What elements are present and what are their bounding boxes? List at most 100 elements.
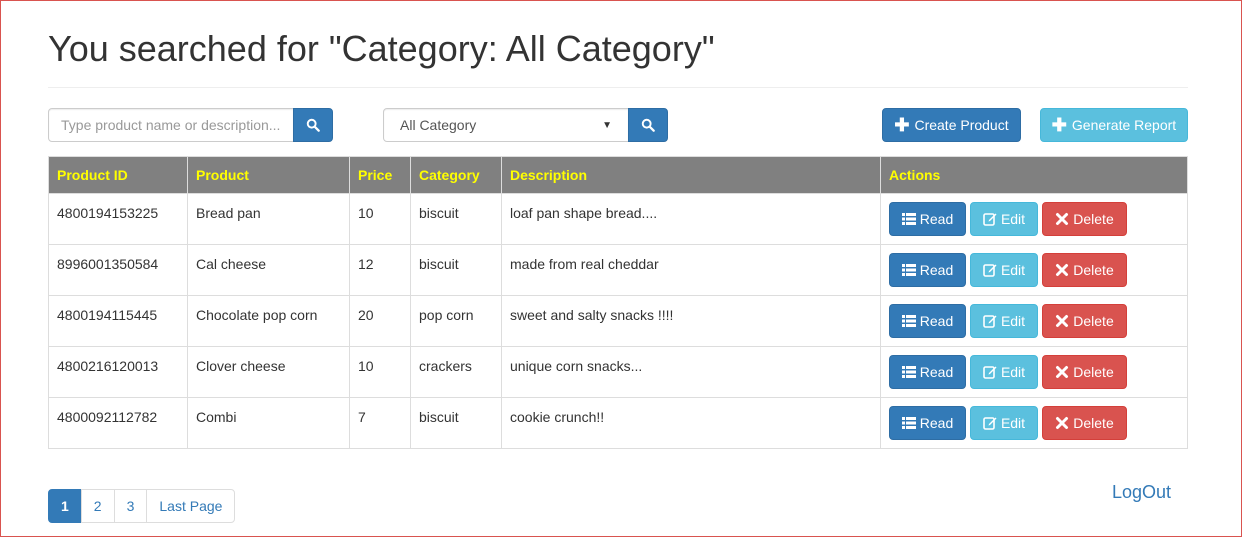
read-button[interactable]: Read	[889, 304, 966, 338]
column-header-actions: Actions	[880, 156, 1188, 194]
cell-actions: Read Edit Delete	[880, 244, 1188, 296]
list-icon	[901, 366, 916, 378]
edit-icon	[983, 417, 997, 430]
cell-product-id: 8996001350584	[48, 244, 188, 296]
edit-label: Edit	[1000, 364, 1026, 380]
table-row: 4800194153225 Bread pan 10 biscuit loaf pan …	[48, 193, 1188, 245]
column-header-product-id: Product ID	[48, 156, 188, 194]
cell-product-id: 4800194115445	[48, 295, 188, 347]
times-icon	[1056, 213, 1069, 225]
cell-product-id: 4800194153225	[48, 193, 188, 245]
cell-actions: Read Edit Delete	[880, 193, 1188, 245]
edit-icon	[983, 315, 997, 328]
cell-description: cookie crunch!!	[501, 397, 881, 449]
edit-icon	[983, 213, 997, 226]
edit-button[interactable]: Edit	[970, 355, 1038, 389]
delete-label: Delete	[1073, 211, 1114, 227]
table-row: 4800216120013 Clover cheese 10 crackers uniq…	[48, 346, 1188, 398]
read-button[interactable]: Read	[889, 355, 966, 389]
cell-product: Combi	[187, 397, 350, 449]
page-link-1[interactable]: 1	[48, 489, 82, 523]
list-icon	[901, 417, 916, 429]
cell-price: 7	[349, 397, 411, 449]
edit-icon	[983, 366, 997, 379]
delete-button[interactable]: Delete	[1042, 406, 1127, 440]
edit-label: Edit	[1000, 262, 1026, 278]
caret-down-icon: ▼	[602, 119, 612, 131]
read-label: Read	[919, 364, 954, 380]
category-select-value: All Category	[400, 117, 477, 133]
cell-product: Chocolate pop corn	[187, 295, 350, 347]
logout-link[interactable]: LogOut	[1112, 482, 1171, 503]
read-label: Read	[919, 262, 954, 278]
title-divider	[48, 87, 1188, 88]
cell-actions: Read Edit Delete	[880, 397, 1188, 449]
search-icon	[306, 118, 320, 132]
read-button[interactable]: Read	[889, 253, 966, 287]
plus-icon: ✚	[894, 115, 910, 135]
search-input[interactable]	[48, 108, 294, 142]
cell-price: 10	[349, 193, 411, 245]
list-icon	[901, 315, 916, 327]
page-link-last[interactable]: Last Page	[146, 489, 236, 523]
cell-category: crackers	[410, 346, 502, 398]
delete-label: Delete	[1073, 262, 1114, 278]
category-search-button[interactable]	[628, 108, 668, 142]
create-product-label: Create Product	[914, 117, 1009, 133]
category-select[interactable]: All Category ▼	[383, 108, 629, 142]
edit-label: Edit	[1000, 211, 1026, 227]
list-icon	[901, 213, 916, 225]
cell-actions: Read Edit Delete	[880, 346, 1188, 398]
column-header-price: Price	[349, 156, 411, 194]
delete-button[interactable]: Delete	[1042, 202, 1127, 236]
times-icon	[1056, 417, 1069, 429]
edit-button[interactable]: Edit	[970, 202, 1038, 236]
search-button[interactable]	[293, 108, 333, 142]
cell-category: biscuit	[410, 397, 502, 449]
read-label: Read	[919, 211, 954, 227]
edit-button[interactable]: Edit	[970, 253, 1038, 287]
cell-description: loaf pan shape bread....	[501, 193, 881, 245]
page-link-3[interactable]: 3	[113, 489, 148, 523]
edit-icon	[983, 264, 997, 277]
cell-category: biscuit	[410, 193, 502, 245]
generate-report-button[interactable]: ✚ Generate Report	[1040, 108, 1188, 142]
plus-icon: ✚	[1051, 115, 1067, 135]
times-icon	[1056, 315, 1069, 327]
pagination: 1 2 3 Last Page	[48, 489, 236, 523]
delete-button[interactable]: Delete	[1042, 253, 1127, 287]
delete-label: Delete	[1073, 364, 1114, 380]
cell-actions: Read Edit Delete	[880, 295, 1188, 347]
page-title: You searched for "Category: All Category…	[48, 28, 715, 69]
cell-description: sweet and salty snacks !!!!	[501, 295, 881, 347]
cell-price: 20	[349, 295, 411, 347]
delete-button[interactable]: Delete	[1042, 304, 1127, 338]
table-header-row: Product ID Product Price Category Descri…	[48, 156, 1188, 194]
edit-button[interactable]: Edit	[970, 304, 1038, 338]
cell-description: made from real cheddar	[501, 244, 881, 296]
delete-button[interactable]: Delete	[1042, 355, 1127, 389]
read-label: Read	[919, 313, 954, 329]
list-icon	[901, 264, 916, 276]
cell-category: biscuit	[410, 244, 502, 296]
page-link-2[interactable]: 2	[80, 489, 115, 523]
cell-product: Cal cheese	[187, 244, 350, 296]
read-button[interactable]: Read	[889, 202, 966, 236]
column-header-category: Category	[410, 156, 502, 194]
edit-button[interactable]: Edit	[970, 406, 1038, 440]
read-button[interactable]: Read	[889, 406, 966, 440]
create-product-button[interactable]: ✚ Create Product	[882, 108, 1021, 142]
times-icon	[1056, 264, 1069, 276]
table-row: 4800092112782 Combi 7 biscuit cookie crunch!…	[48, 397, 1188, 449]
cell-category: pop corn	[410, 295, 502, 347]
cell-price: 10	[349, 346, 411, 398]
cell-product: Bread pan	[187, 193, 350, 245]
cell-price: 12	[349, 244, 411, 296]
cell-description: unique corn snacks...	[501, 346, 881, 398]
column-header-description: Description	[501, 156, 881, 194]
table-row: 8996001350584 Cal cheese 12 biscuit made fro…	[48, 244, 1188, 296]
edit-label: Edit	[1000, 415, 1026, 431]
generate-report-label: Generate Report	[1071, 117, 1177, 133]
products-table: Product ID Product Price Category Descri…	[48, 156, 1188, 449]
times-icon	[1056, 366, 1069, 378]
